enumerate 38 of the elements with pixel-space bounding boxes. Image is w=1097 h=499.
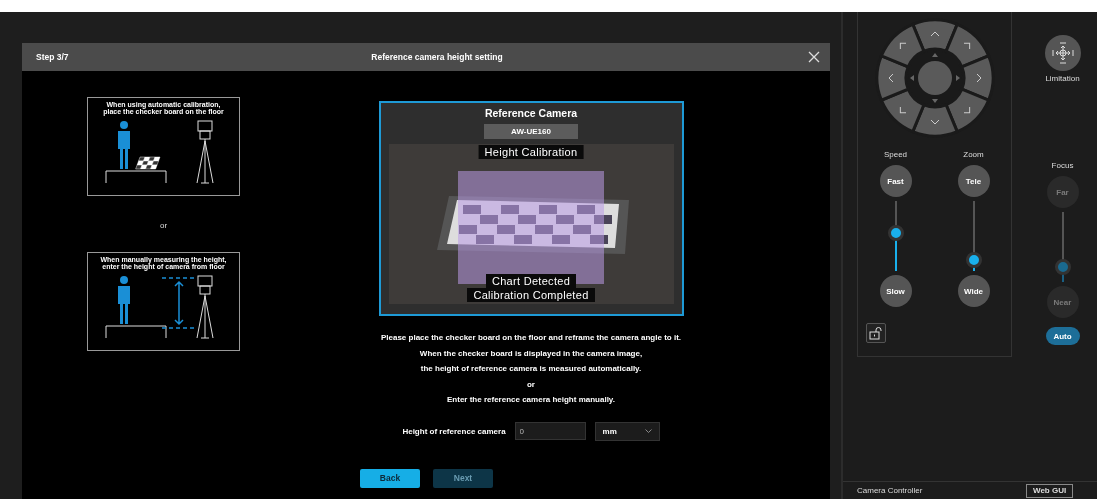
limitation-label: Limitation — [1045, 74, 1080, 83]
instruction-text: When the checker board is displayed in the camera image, — [419, 347, 643, 360]
back-button[interactable]: Back — [360, 468, 420, 488]
calibration-status-label: Calibration Completed — [467, 288, 595, 302]
slider-label: Zoom — [963, 150, 984, 159]
instruction-text: the height of reference camera is measured automatically. — [420, 363, 642, 375]
step-indicator: Step 3/7 — [36, 52, 70, 62]
slider-bottom-button[interactable]: Slow — [879, 275, 912, 307]
slider-label: Speed — [883, 150, 908, 159]
close-icon — [808, 51, 820, 63]
close-button[interactable] — [808, 51, 820, 63]
limitation-button[interactable] — [1044, 35, 1081, 71]
web-gui-button[interactable]: Web GUI — [1026, 483, 1074, 498]
calibration-status-label: Chart Detected — [485, 274, 577, 288]
auto-focus-button[interactable]: Auto — [1045, 327, 1080, 345]
instruction-text: Enter the reference camera height manually. — [447, 394, 615, 406]
slider-thumb[interactable] — [1054, 259, 1071, 275]
chevron-down-icon — [644, 428, 652, 434]
slider-thumb[interactable] — [887, 224, 904, 241]
unlocked-padlock-icon — [869, 326, 883, 340]
or-separator: or — [159, 221, 168, 230]
unit-dropdown[interactable]: mm — [594, 421, 660, 441]
camera-controller-dropdown[interactable]: Camera Controller — [857, 486, 1012, 495]
height-calibration-label: Height Calibration — [478, 145, 584, 159]
slider-label: Focus — [1051, 161, 1074, 170]
move-arrows-icon — [1051, 42, 1074, 64]
slider-top-button[interactable]: Tele — [957, 165, 990, 197]
slider-bottom-button[interactable]: Wide — [957, 275, 990, 307]
instruction-text: or — [527, 378, 535, 391]
instruction-text: Please place the checker board on the floor and reframe the camera angle to it. — [380, 332, 682, 344]
height-field-label: Height of reference camera — [402, 426, 506, 436]
dialog-title: Reference camera height setting — [370, 52, 504, 62]
lock-button[interactable] — [866, 323, 886, 343]
height-input-field[interactable]: 0 — [514, 422, 586, 440]
camera-model-label: AW-UE160 — [484, 124, 578, 139]
preview-title: Reference Camera — [484, 107, 578, 119]
slider-thumb[interactable] — [965, 251, 982, 268]
slider-top-button[interactable]: Fast — [879, 165, 912, 197]
